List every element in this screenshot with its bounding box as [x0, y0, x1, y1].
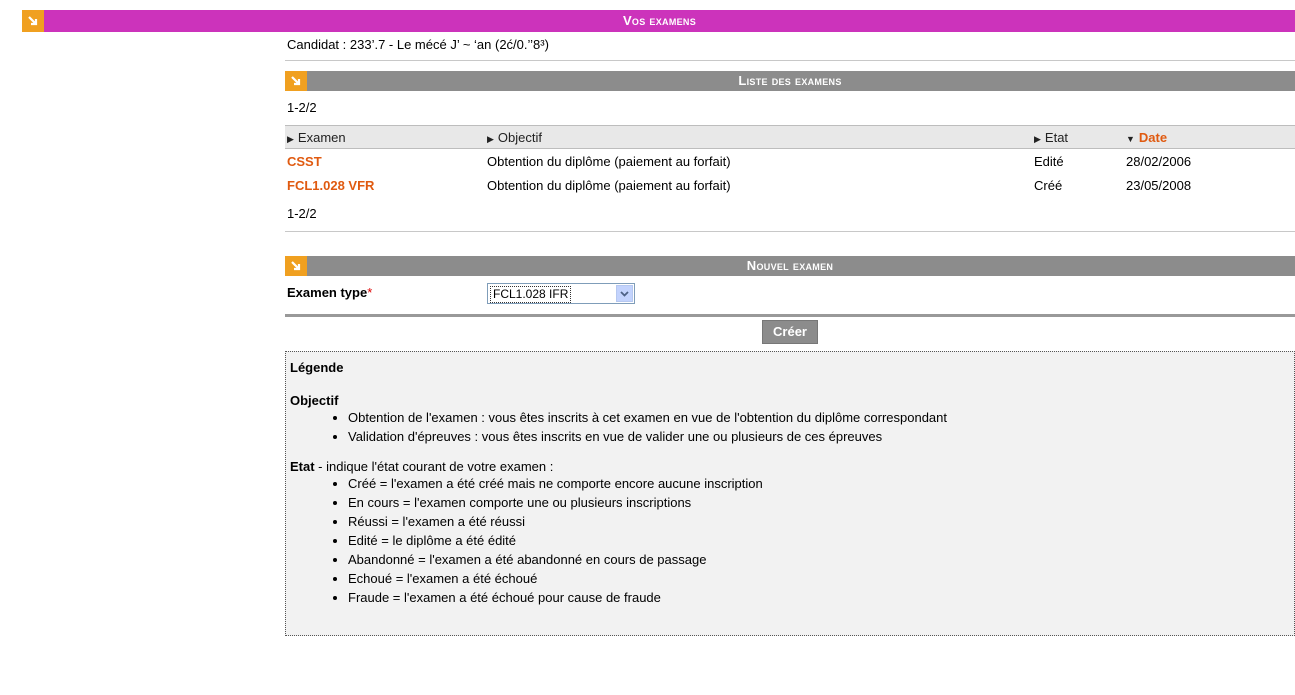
sort-right-icon: ▶	[487, 133, 494, 144]
list-item: Edité = le diplôme a été édité	[348, 531, 1290, 550]
exam-link[interactable]: CSST	[287, 154, 322, 169]
main-content: Candidat : 233’.7 - Le mécé J’ ~ ‘an (2ć…	[285, 32, 1295, 636]
list-item: Abandonné = l'examen a été abandonné en …	[348, 550, 1290, 569]
column-header-objectif[interactable]: ▶ Objectif	[485, 125, 1032, 149]
list-item: Fraude = l'examen a été échoué pour caus…	[348, 588, 1290, 607]
exam-type-row: Examen type* FCL1.028 IFR	[285, 276, 1295, 312]
table-row: CSST Obtention du diplôme (paiement au f…	[285, 149, 1295, 174]
sort-right-icon: ▶	[287, 133, 294, 144]
exam-type-select[interactable]: FCL1.028 IFR	[487, 283, 635, 304]
create-button[interactable]: Créer	[762, 320, 818, 344]
exam-objectif: Obtention du diplôme (paiement au forfai…	[487, 177, 731, 193]
pager-bottom: 1-2/2	[285, 197, 1295, 232]
list-item: Obtention de l'examen : vous êtes inscri…	[348, 408, 1290, 427]
sort-down-icon: ▼	[1126, 133, 1135, 144]
legend-etat-title: Etat	[290, 459, 315, 474]
exam-list-title: Liste des examens	[738, 73, 842, 88]
list-item: En cours = l'examen comporte une ou plus…	[348, 493, 1290, 512]
column-header-date[interactable]: ▼ Date	[1124, 125, 1295, 149]
candidate-info: Candidat : 233’.7 - Le mécé J’ ~ ‘an (2ć…	[285, 32, 1295, 61]
table-row: FCL1.028 VFR Obtention du diplôme (paiem…	[285, 173, 1295, 197]
list-item: Echoué = l'examen a été échoué	[348, 569, 1290, 588]
sort-right-icon: ▶	[1034, 133, 1041, 144]
list-item: Réussi = l'examen a été réussi	[348, 512, 1290, 531]
exam-etat: Edité	[1034, 153, 1064, 169]
exam-date: 23/05/2008	[1126, 177, 1192, 193]
exam-link[interactable]: FCL1.028 VFR	[287, 178, 374, 193]
column-header-etat[interactable]: ▶ Etat	[1032, 125, 1124, 149]
required-mark: *	[367, 285, 373, 300]
exam-type-label: Examen type*	[287, 285, 373, 300]
column-header-examen[interactable]: ▶ Examen	[285, 125, 485, 149]
chevron-down-icon[interactable]	[616, 285, 633, 302]
list-item: Validation d'épreuves : vous êtes inscri…	[348, 427, 1290, 446]
objectif-list: Obtention de l'examen : vous êtes inscri…	[290, 408, 1290, 446]
exam-list-header: Liste des examens	[285, 71, 1295, 91]
exam-etat: Créé	[1034, 177, 1063, 193]
exam-objectif: Obtention du diplôme (paiement au forfai…	[487, 153, 731, 169]
legend-objectif-title: Objectif	[290, 393, 339, 408]
exam-type-value: FCL1.028 IFR	[490, 286, 572, 303]
legend-title: Légende	[290, 360, 344, 375]
page-title: Vos examens	[622, 13, 697, 28]
table-header-row: ▶ Examen ▶ Objectif ▶ Etat ▼ Date	[285, 125, 1295, 149]
legend-panel: Légende Objectif Obtention de l'examen :…	[285, 351, 1295, 636]
exam-table: ▶ Examen ▶ Objectif ▶ Etat ▼ Date CSST Obten…	[285, 125, 1295, 197]
legend-etat-desc: - indique l'état courant de votre examen…	[314, 459, 554, 474]
list-item: Créé = l'examen a été créé mais ne compo…	[348, 474, 1290, 493]
etat-list: Créé = l'examen a été créé mais ne compo…	[290, 474, 1290, 607]
exam-date: 28/02/2006	[1126, 153, 1192, 169]
page-header: Vos examens	[22, 10, 1295, 32]
new-exam-header: Nouvel examen	[285, 256, 1295, 276]
create-row: Créer	[285, 317, 1295, 348]
pager-top: 1-2/2	[287, 100, 317, 115]
new-exam-title: Nouvel examen	[746, 258, 834, 273]
